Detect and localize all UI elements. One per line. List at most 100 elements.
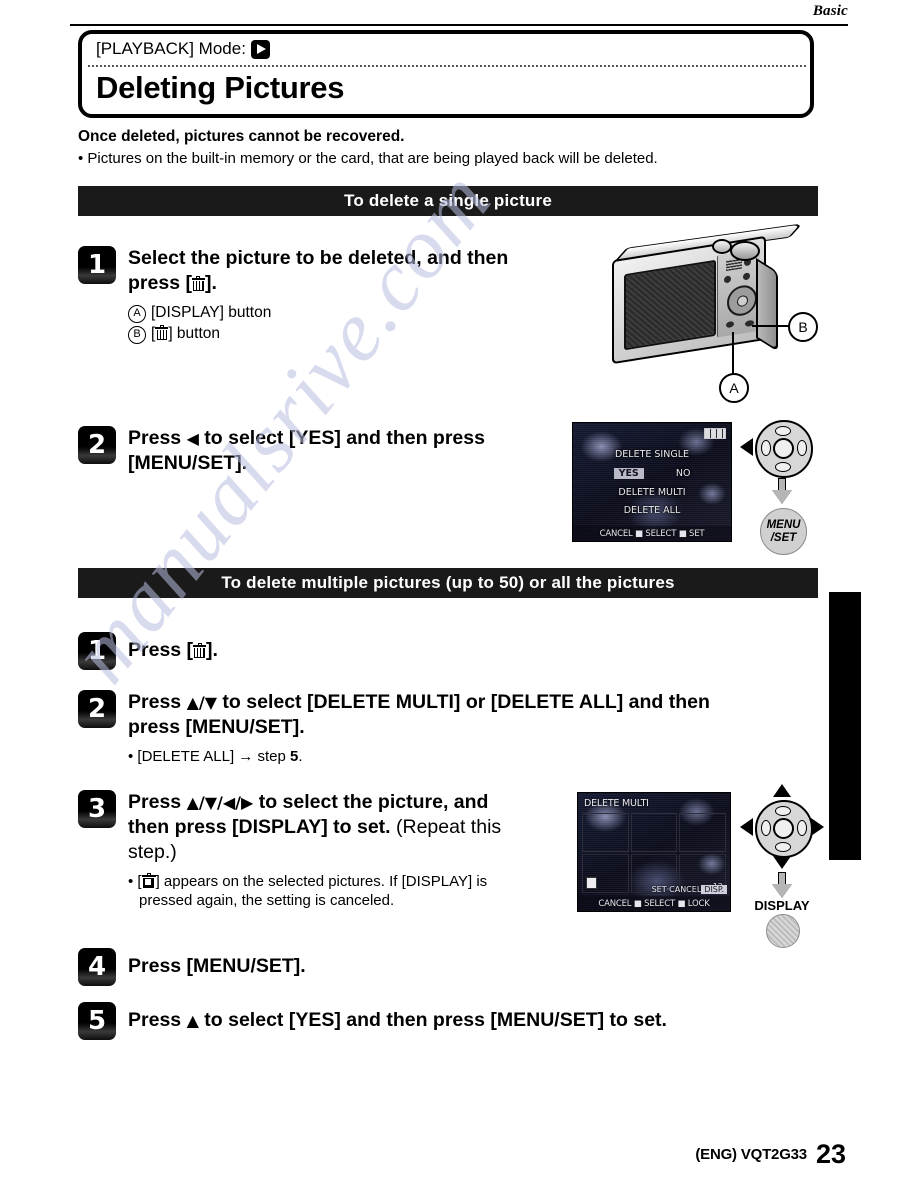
- dial-down-pad: [775, 462, 791, 472]
- step-title-line2-regular: (Repeat this: [390, 815, 502, 838]
- lcd-option-no: NO: [675, 468, 691, 479]
- step-title: Press ▲/▼ to select [DELETE MULTI] or [D…: [128, 690, 710, 740]
- playback-icon: [250, 39, 270, 59]
- callout-b-text-post: ] button: [168, 325, 221, 343]
- step-title-pre: Press: [128, 427, 187, 449]
- header-section-label: Basic: [812, 3, 848, 19]
- display-button-icon: [766, 914, 800, 948]
- dial-right-pad: [797, 440, 807, 456]
- selected-trash-marker-icon: [586, 877, 597, 889]
- step-body: Select the picture to be deleted, and th…: [128, 246, 508, 345]
- step-title-post: to select [DELETE MULTI] or [DELETE ALL]…: [217, 691, 710, 713]
- step-title-pre: Press: [128, 1009, 187, 1031]
- step-title: Press [MENU/SET].: [128, 955, 306, 977]
- page-number: 23: [815, 1138, 846, 1169]
- callout-b-line: B[] button: [128, 324, 508, 345]
- arrow-up-icon: ▲: [186, 1011, 199, 1030]
- section-bar-multiple: To delete multiple pictures (up to 50) o…: [78, 568, 818, 598]
- step-title-line2-post: ].: [204, 271, 217, 294]
- arrow-left-icon: [740, 438, 753, 456]
- step-title-line2: press [MENU/SET].: [128, 715, 305, 738]
- step-body: Press ▲/▼ to select [DELETE MULTI] or [D…: [128, 690, 710, 766]
- dial-right-pad: [797, 820, 807, 836]
- lcd-thumbnail: [582, 813, 629, 852]
- playback-mode-label: [PLAYBACK] Mode:: [96, 39, 246, 58]
- step-number-badge: 2: [78, 690, 116, 728]
- step-body: Press ◀ to select [YES] and then press […: [128, 426, 485, 476]
- camera-q-menu-button: [743, 272, 750, 281]
- callout-a-marker: A: [128, 304, 146, 323]
- camera-power-button: [712, 239, 732, 254]
- callout-b-circle: B: [788, 312, 818, 342]
- callout-a-circle: A: [719, 373, 749, 403]
- warning-text: Once deleted, pictures cannot be recover…: [78, 128, 405, 145]
- trash-icon: [155, 325, 169, 341]
- step-title-line2-pre: press [: [128, 271, 192, 294]
- arrow-down-flow-icon: [772, 872, 792, 898]
- lcd-thumbnail-grid: 12: [582, 813, 726, 893]
- step-title-post: ].: [206, 639, 218, 661]
- callout-a-label: [DISPLAY] button: [151, 303, 272, 321]
- lcd-item-delete-multi: DELETE MULTI: [618, 487, 686, 498]
- arrow-four-way-icon: ▲/▼/◀/▶: [186, 793, 254, 812]
- step-note-tail: .: [298, 747, 303, 765]
- step-title-post: to select the picture, and: [253, 791, 489, 813]
- lcd-menu-title: DELETE MULTI: [584, 798, 649, 809]
- step-number-badge: 4: [78, 948, 116, 986]
- dial-center-hub: [773, 438, 794, 459]
- camera-cursor-dial: [727, 283, 757, 318]
- step-title-pre: Press: [128, 791, 187, 813]
- step-title-line2-bold: then press [DISPLAY] to set.: [128, 815, 391, 838]
- step-title: Select the picture to be deleted, and th…: [128, 246, 508, 296]
- arrow-up-icon: [773, 784, 791, 797]
- step-title-pre: Press [: [128, 639, 194, 661]
- step-body: Press ▲ to select [YES] and then press […: [128, 1002, 667, 1033]
- lcd-screenshot-delete-single: DELETE SINGLE YES NO DELETE MULTI DELETE…: [572, 422, 732, 542]
- camera-shutter-button: [730, 241, 760, 261]
- dial-left-pad: [761, 440, 771, 456]
- camera-back-illustration: A B: [606, 223, 821, 403]
- page-header: Basic: [70, 2, 848, 20]
- arrow-left-icon: ◀: [186, 429, 199, 448]
- menu-set-line2: /SET: [770, 531, 797, 544]
- lcd-screenshot-delete-multi: DELETE MULTI 12 SET·CANCELDISP. CANCEL ■…: [577, 792, 731, 912]
- playback-mode-line: [PLAYBACK] Mode:: [96, 39, 270, 59]
- callout-a-leader: [732, 332, 734, 374]
- arrow-up-down-icon: ▲/▼: [186, 693, 218, 712]
- title-box-divider: [88, 65, 806, 67]
- lcd-set-cancel-hint: SET·CANCEL DISP.: [652, 885, 727, 894]
- dial-up-pad: [775, 806, 791, 816]
- arrow-down-flow-icon: [772, 478, 792, 506]
- step-body: Press [MENU/SET].: [128, 948, 306, 979]
- step-number-badge: 2: [78, 426, 116, 464]
- header-divider: [70, 24, 848, 26]
- step-note: • [ ] appears on the selected pictures. I…: [128, 872, 501, 910]
- dial-up-pad: [775, 426, 791, 436]
- page-thumb-tab: [829, 592, 861, 860]
- arrow-left-icon: [740, 818, 753, 836]
- section-bar-single: To delete a single picture: [78, 186, 818, 216]
- dial-down-pad: [775, 842, 791, 852]
- trash-icon: [191, 275, 205, 291]
- page-footer: (ENG) VQT2G33 23: [695, 1138, 846, 1169]
- lcd-option-yes: YES: [613, 468, 644, 479]
- display-button-label: DISPLAY: [754, 898, 810, 913]
- step-title-line1: Select the picture to be deleted, and th…: [128, 247, 509, 269]
- callout-a-line: A [DISPLAY] button: [128, 303, 508, 323]
- step-number-badge: 3: [78, 790, 116, 828]
- step-number-badge: 1: [78, 246, 116, 284]
- step-note: • [DELETE ALL] → step 5.: [128, 747, 710, 766]
- callout-b-leader: [752, 325, 792, 327]
- step-title: Press [].: [128, 632, 218, 663]
- dial-left-pad: [761, 820, 771, 836]
- menu-set-line1: MENU: [766, 519, 801, 532]
- step-note-post: ] appears on the selected pictures. If […: [155, 872, 488, 890]
- step-note-text: • [DELETE ALL] → step: [128, 747, 290, 765]
- dial-center-hub: [773, 818, 794, 839]
- menu-set-button-icon: MENU /SET: [760, 508, 807, 555]
- lcd-bottom-hint-bar: CANCEL ■ SELECT ■ LOCK: [578, 896, 730, 911]
- lcd-thumbnail: [630, 813, 678, 852]
- step-note-pre: • [: [128, 872, 142, 890]
- camera-lcd-screen: [624, 259, 716, 351]
- lcd-thumbnail: [679, 813, 726, 852]
